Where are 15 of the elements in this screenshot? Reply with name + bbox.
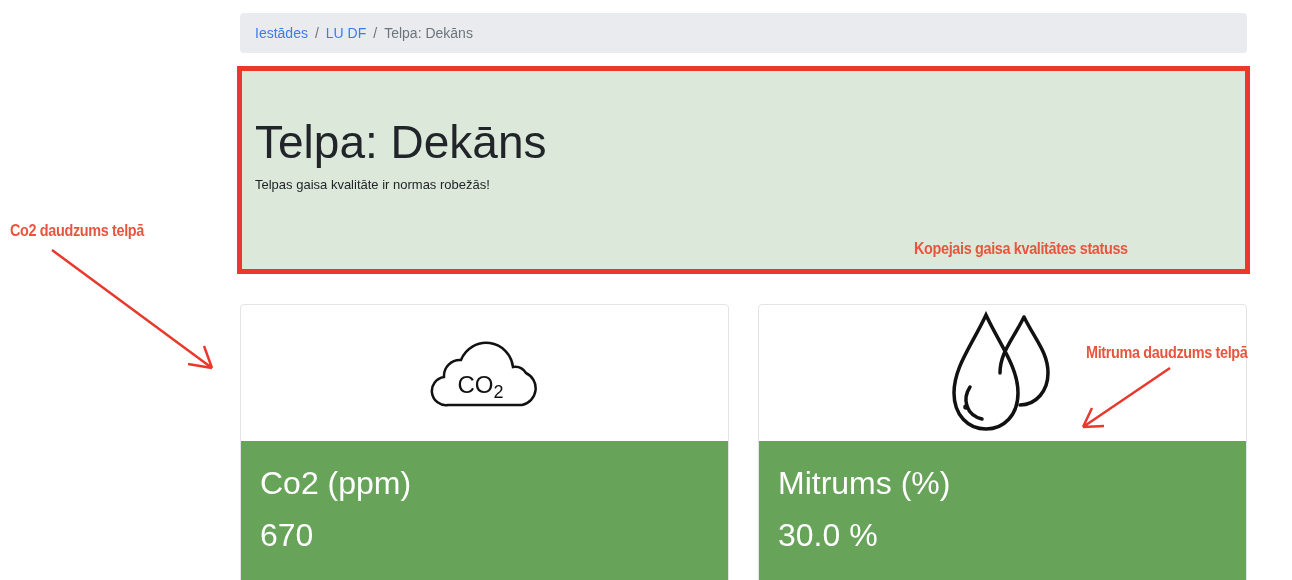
reading-label: Mitrums (%) bbox=[778, 464, 951, 503]
annotation-text: Kopejais gaisa kvalitātes statuss bbox=[914, 238, 1128, 260]
room-title: Telpa: Dekāns bbox=[255, 114, 548, 170]
breadcrumb-separator: / bbox=[314, 23, 319, 43]
breadcrumb-link[interactable]: Iestādes bbox=[255, 22, 308, 44]
reading-label: Co2 (ppm) bbox=[260, 464, 412, 503]
annotation-text: Co2 daudzums telpā bbox=[10, 220, 144, 242]
annotation-text: Mitruma daudzums telpā bbox=[1086, 342, 1248, 364]
breadcrumb-current: Telpa: Dekāns bbox=[384, 23, 473, 43]
breadcrumb-link[interactable]: LU DF bbox=[325, 22, 367, 44]
reading-value: 670 bbox=[260, 516, 314, 555]
breadcrumb-separator: / bbox=[373, 23, 378, 43]
reading-value: 30.0 % bbox=[778, 516, 878, 555]
status-message: Telpas gaisa kvalitāte ir normas robežās! bbox=[255, 176, 491, 194]
co2-label: CO$_{2}$ bbox=[457, 373, 504, 397]
